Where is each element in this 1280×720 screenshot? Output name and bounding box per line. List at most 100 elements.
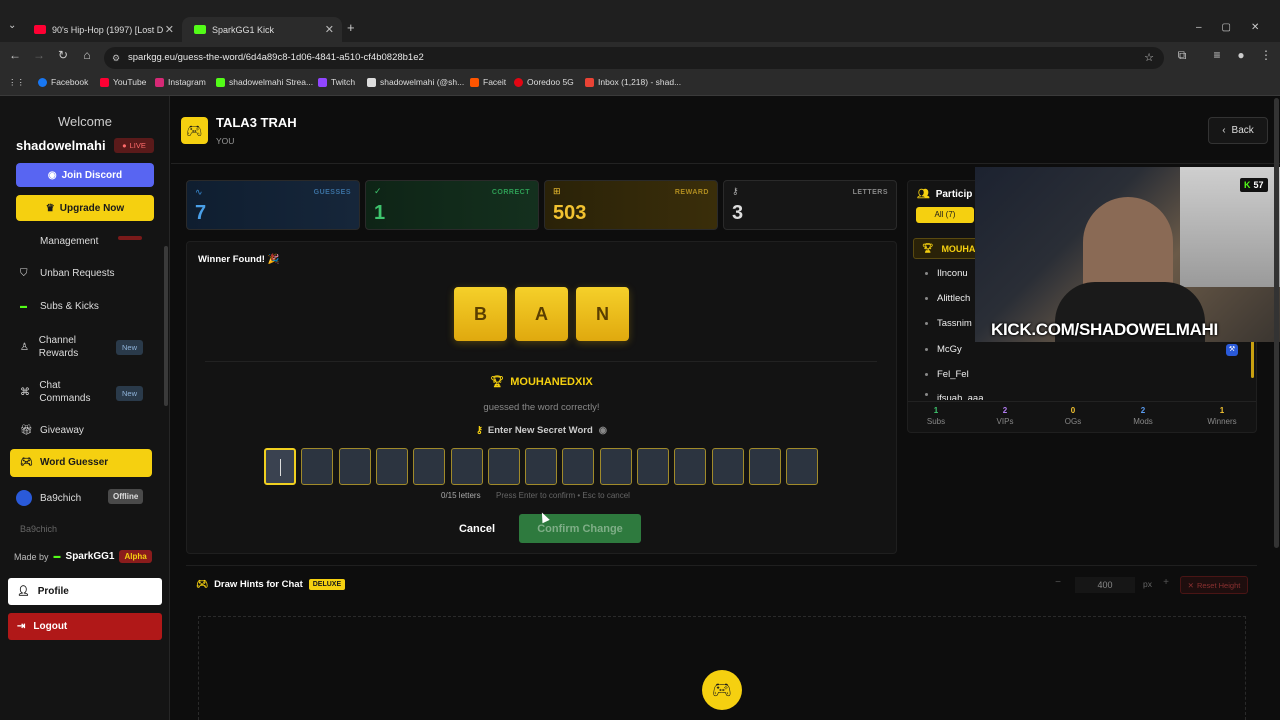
close-tab-icon[interactable]: ✕ — [165, 23, 174, 36]
height-increase-button[interactable]: + — [1158, 577, 1174, 593]
window-controls[interactable]: –▢✕ — [1196, 22, 1279, 33]
upgrade-button[interactable]: ♛ Upgrade Now — [16, 195, 154, 221]
game-logo-icon: 🎮︎ — [181, 117, 208, 144]
management-badge — [118, 236, 142, 240]
tab-title: SparkGG1 Kick — [212, 24, 275, 35]
cancel-button[interactable]: Cancel — [447, 514, 507, 543]
letter-slot-input[interactable] — [264, 448, 296, 485]
url-input[interactable]: ⚙ sparkgg.eu/guess-the-word/6d4a89c8-1d0… — [104, 47, 1164, 69]
letter-slot-input[interactable] — [599, 448, 632, 485]
keyboard-hint: Press Enter to confirm • Esc to cancel — [496, 491, 630, 500]
stat-subs: 1 Subs — [926, 406, 946, 426]
sidebar-item-management[interactable]: Management — [20, 236, 98, 247]
deluxe-badge: DELUXE — [308, 579, 346, 590]
participant-row[interactable]: Fel_Fel — [925, 369, 969, 380]
kick-icon: ▬ — [20, 303, 27, 310]
sidebar-item-subs-kicks[interactable]: ▬ Subs & Kicks — [20, 301, 99, 312]
forward-nav-icon[interactable]: → — [29, 48, 49, 62]
participants-title: 👥︎ Particip — [917, 189, 973, 200]
participant-row[interactable]: Tassnim — [925, 318, 972, 329]
new-badge: New — [116, 340, 144, 355]
sidebar-item-channel-rewards[interactable]: ♙ Channel Rewards — [20, 334, 110, 360]
bookmark-twitch[interactable]: Twitch — [318, 77, 355, 87]
ba9chich-logo-icon — [16, 490, 32, 506]
reload-icon[interactable]: ↻ — [53, 48, 73, 62]
filter-all-button[interactable]: All (7) — [916, 207, 974, 223]
bookmark-youtube[interactable]: YouTube — [100, 77, 146, 87]
username: shadowelmahi — [16, 138, 106, 153]
logout-button[interactable]: ⇥ Logout — [8, 613, 162, 640]
height-input[interactable]: 400 — [1075, 577, 1135, 593]
bookmark-gmail[interactable]: Inbox (1,218) - shad... — [585, 77, 681, 87]
participant-row[interactable]: McGy — [925, 344, 962, 355]
apps-icon[interactable]: ⋮⋮ — [8, 77, 25, 88]
letter-slot-input[interactable] — [637, 448, 669, 485]
home-icon[interactable]: ⌂ — [77, 48, 97, 62]
shield-icon: ⛉ — [20, 268, 28, 279]
browser-tab-bar: ⌄ 90's Hip-Hop (1997) [Lost D ✕ SparkGG1… — [0, 0, 1280, 42]
close-tab-icon[interactable]: ✕ — [325, 23, 334, 36]
user-icon: 👤︎ — [17, 586, 30, 597]
reset-height-button[interactable]: ✕ Reset Height — [1180, 576, 1248, 594]
profile-button[interactable]: 👤︎ Profile — [8, 578, 162, 605]
crown-icon: ♛ — [45, 202, 55, 214]
live-dot-icon: ● — [122, 141, 127, 150]
new-tab-button[interactable]: + — [347, 20, 355, 35]
media-icon[interactable]: ≡ — [1207, 48, 1227, 62]
bookmark-kick[interactable]: shadowelmahi Strea... — [216, 77, 313, 87]
users-icon: 👥︎ — [917, 189, 930, 200]
chevron-left-icon: ‹ — [1222, 125, 1226, 136]
height-decrease-button[interactable]: − — [1047, 577, 1069, 593]
tab-music[interactable]: 90's Hip-Hop (1997) [Lost D ✕ — [22, 17, 182, 42]
made-by: Made by ▬ SparkGG1 Alpha — [14, 550, 152, 563]
letter-slot-input[interactable] — [375, 448, 408, 485]
confirm-change-button[interactable]: Confirm Change — [519, 514, 641, 543]
page-scrollbar[interactable] — [1274, 98, 1279, 548]
letter-slot-input[interactable] — [487, 448, 520, 485]
trophy-icon: 🏆︎ — [490, 376, 505, 388]
participants-scrollbar[interactable] — [1251, 338, 1254, 378]
profile-avatar-icon[interactable]: ● — [1231, 48, 1251, 62]
eye-icon[interactable]: ◉ — [599, 425, 607, 436]
participant-row[interactable]: Alittlech — [925, 293, 970, 304]
winner-name: MOUHANEDXIX — [510, 376, 593, 388]
draw-hints-title: 🎮︎ Draw Hints for Chat DELUXE — [196, 579, 346, 590]
tab-sparkgg[interactable]: SparkGG1 Kick ✕ — [182, 17, 342, 42]
bookmark-ooredoo[interactable]: Ooredoo 5G — [514, 77, 574, 87]
letter-slot-input[interactable] — [674, 448, 707, 485]
kick-icon: ▬ — [53, 553, 61, 560]
winner-found-label: Winner Found! 🎉 — [198, 254, 280, 265]
activity-icon: ∿ — [195, 187, 203, 197]
letter-slot-input[interactable] — [338, 448, 371, 485]
faceit-icon — [470, 77, 479, 87]
sidebar-item-ba9chich[interactable]: Ba9chich — [16, 490, 81, 506]
sidebar-item-ba9chich-2[interactable]: Ba9chich — [20, 524, 57, 534]
letter-slot-input[interactable] — [413, 448, 446, 485]
gamepad-icon: 🎮︎ — [196, 579, 209, 590]
tab-list-chevron-icon[interactable]: ⌄ — [8, 20, 16, 31]
kick-icon — [216, 77, 225, 87]
letter-slot-input[interactable] — [301, 448, 334, 485]
twitch-icon — [318, 77, 327, 87]
participant-row[interactable]: Ilnconu — [925, 268, 968, 279]
join-discord-button[interactable]: ◉ Join Discord — [16, 163, 154, 187]
bookmark-faceit[interactable]: Faceit — [470, 77, 506, 87]
menu-icon[interactable]: ⋮ — [1256, 48, 1276, 62]
extensions-icon[interactable]: ⧉ — [1172, 48, 1192, 63]
letter-slot-input[interactable] — [525, 448, 558, 485]
bookmark-instagram[interactable]: Instagram — [155, 77, 206, 87]
bookmark-facebook[interactable]: Facebook — [38, 77, 88, 87]
back-button[interactable]: ‹ Back — [1208, 117, 1268, 144]
participant-row[interactable]: ifsuah_aaa — [925, 393, 983, 400]
letter-slot-input[interactable] — [786, 448, 819, 485]
discord-icon: ◉ — [47, 169, 57, 181]
bookmark-star-icon[interactable]: ☆ — [1144, 47, 1154, 69]
sidebar-item-unban-requests[interactable]: ⛉ Unban Requests — [20, 268, 115, 279]
letter-slot-input[interactable] — [562, 448, 595, 485]
letter-slot-input[interactable] — [450, 448, 483, 485]
letter-slot-input[interactable] — [748, 448, 781, 485]
letter-slot-input[interactable] — [711, 448, 744, 485]
site-info-icon[interactable]: ⚙ — [112, 47, 120, 69]
bookmark-tiktok[interactable]: shadowelmahi (@sh... — [367, 77, 464, 87]
back-nav-icon[interactable]: ← — [5, 48, 25, 62]
